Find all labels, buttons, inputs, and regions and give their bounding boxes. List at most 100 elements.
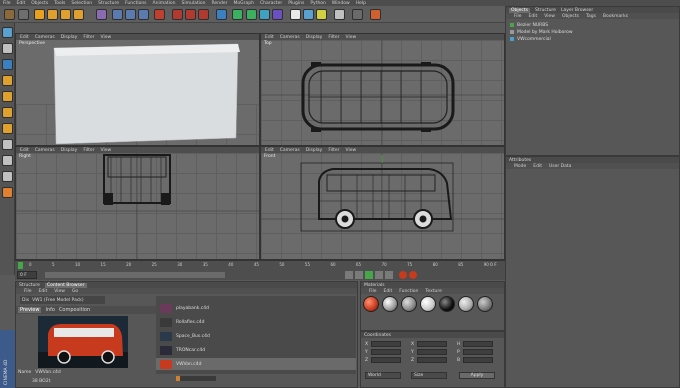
file-item[interactable]: Space_Bus.c4d [156,330,356,342]
menu-render[interactable]: Render [211,1,227,6]
zoom-slider[interactable] [176,376,216,381]
top-viewport[interactable]: Edit Cameras Display Filter View Top [260,33,505,146]
file-item-selected[interactable]: VWVan.c4d [156,358,356,370]
array-icon[interactable] [259,9,270,20]
tab-composition[interactable]: Composition [59,307,90,313]
menu-filter[interactable]: Filter [83,148,94,153]
apply-button[interactable]: Apply [459,372,495,379]
material-swatch[interactable] [363,296,379,312]
tweak-icon[interactable] [2,155,13,166]
menu-functions[interactable]: Functions [125,1,147,6]
menu-filter[interactable]: Filter [328,35,339,40]
coord-mode-select[interactable]: World [365,372,401,379]
y-lock-icon[interactable] [125,9,136,20]
menu-animation[interactable]: Animation [153,1,176,6]
menu-edit[interactable]: Edit [529,14,538,19]
tab-info[interactable]: Info [45,307,54,313]
light-icon[interactable] [316,9,327,20]
frame-range-slider[interactable] [45,272,225,278]
start-frame-field[interactable]: 0 F [17,271,37,279]
menu-tags[interactable]: Tags [586,14,596,19]
menu-help[interactable]: Help [356,1,366,6]
menu-display[interactable]: Display [61,35,78,40]
tab-structure[interactable]: Structure [19,283,40,288]
pos-y-field[interactable] [371,349,401,355]
size-x-field[interactable] [417,341,447,347]
path-bar[interactable]: Dis VW1 (Free Model Pack) [20,296,105,304]
play-icon[interactable] [365,271,373,279]
menu-mograph[interactable]: MoGraph [234,1,254,6]
front-viewport[interactable]: Edit Cameras Display Filter View Front [260,146,505,260]
playhead[interactable] [18,262,23,269]
menu-display[interactable]: Display [61,148,78,153]
render-view-icon[interactable] [172,9,183,20]
pos-z-field[interactable] [371,357,401,363]
menu-character[interactable]: Character [260,1,282,6]
live-selection-icon[interactable] [34,9,45,20]
menu-texture[interactable]: Texture [425,289,441,294]
move-icon[interactable] [47,9,58,20]
tab-structure[interactable]: Structure [535,8,556,13]
snap-icon[interactable] [2,171,13,182]
menu-filter[interactable]: Filter [328,148,339,153]
file-item[interactable]: TRONcar.c4d [156,344,356,356]
object-mode-icon[interactable] [2,43,13,54]
menu-simulation[interactable]: Simulation [182,1,206,6]
cube-icon[interactable] [216,9,227,20]
menu-cameras[interactable]: Cameras [280,148,300,153]
material-swatch[interactable] [420,296,436,312]
subdivision-icon[interactable] [246,9,257,20]
python-icon[interactable] [352,9,363,20]
menu-edit[interactable]: Edit [39,289,48,294]
menu-edit[interactable]: Edit [20,148,29,153]
material-swatch[interactable] [401,296,417,312]
menu-tools[interactable]: Tools [54,1,65,6]
scale-icon[interactable] [60,9,71,20]
z-lock-icon[interactable] [138,9,149,20]
menu-window[interactable]: Window [332,1,350,6]
edges-mode-icon[interactable] [2,107,13,118]
undo-icon[interactable] [4,9,15,20]
menu-file[interactable]: File [369,289,377,294]
material-swatch[interactable] [382,296,398,312]
scene-icon[interactable] [290,9,301,20]
coord-system-icon[interactable] [154,9,165,20]
camera-icon[interactable] [303,9,314,20]
render-picture-viewer-icon[interactable] [185,9,196,20]
menu-cameras[interactable]: Cameras [280,35,300,40]
polygons-mode-icon[interactable] [2,123,13,134]
menu-bookmarks[interactable]: Bookmarks [603,14,628,19]
menu-edit[interactable]: Edit [384,289,393,294]
menu-display[interactable]: Display [306,35,323,40]
tab-content-browser[interactable]: Content Browser [44,282,87,288]
axis-icon[interactable] [2,139,13,150]
menu-objects[interactable]: Objects [562,14,579,19]
menu-file[interactable]: File [514,14,522,19]
lock-icon[interactable] [2,187,13,198]
menu-selection[interactable]: Selection [71,1,92,6]
menu-view[interactable]: View [54,289,65,294]
next-frame-icon[interactable] [375,271,383,279]
menu-view[interactable]: View [100,148,111,153]
timeline[interactable]: 0 5 10 15 20 25 30 35 40 45 50 55 60 65 70 75 80 85 90 0 F… [15,260,505,280]
menu-objects[interactable]: Objects [31,1,48,6]
plugin-icon[interactable] [370,9,381,20]
points-mode-icon[interactable] [2,91,13,102]
right-viewport[interactable]: Edit Cameras Display Filter View Right [15,146,260,260]
menu-edit[interactable]: Edit [265,35,274,40]
rot-h-field[interactable] [463,341,493,347]
menu-cameras[interactable]: Cameras [35,35,55,40]
menu-function[interactable]: Function [399,289,418,294]
prev-frame-icon[interactable] [355,271,363,279]
texture-mode-icon[interactable] [2,59,13,70]
material-swatch[interactable] [439,296,455,312]
layout-icon[interactable] [334,9,345,20]
menu-go[interactable]: Go [72,289,78,294]
menu-cameras[interactable]: Cameras [35,148,55,153]
menu-structure[interactable]: Structure [98,1,119,6]
deformer-icon[interactable] [272,9,283,20]
model-mode-icon[interactable] [2,27,13,38]
file-item[interactable]: Rollafles.c4d [156,316,356,328]
menu-view[interactable]: View [345,148,356,153]
pen-icon[interactable] [232,9,243,20]
